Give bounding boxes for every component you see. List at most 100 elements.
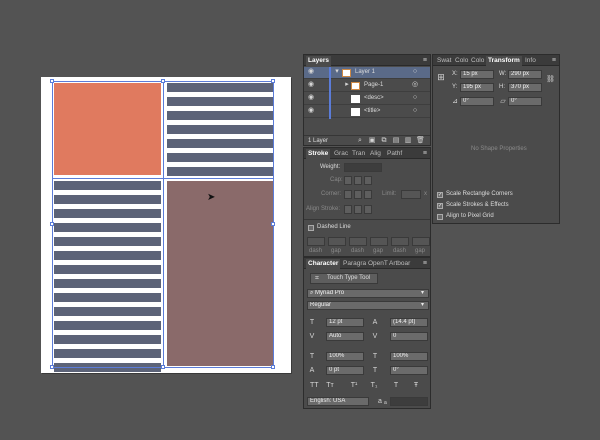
stripe[interactable] [54,181,161,190]
limit-field[interactable] [401,190,421,199]
gap-field-1[interactable] [328,237,346,246]
stripe[interactable] [54,307,161,316]
weight-field[interactable] [344,163,382,172]
shear-field[interactable]: 0° [508,97,542,106]
stripe[interactable] [167,167,274,176]
stripe[interactable] [54,251,161,260]
target-icon[interactable]: ○ [411,93,419,102]
subscript-icon[interactable]: T₁ [370,381,378,390]
layer-row[interactable]: ◉ <title> ○ [304,106,430,118]
tab-transform[interactable]: Transform [486,56,522,66]
handle-tl[interactable] [50,79,54,83]
reference-point-icon[interactable]: ⊞ [435,73,447,82]
horizontal-scale-field[interactable]: 100% [390,352,428,361]
touch-type-button[interactable]: ⌗ Touch Type Tool [310,273,378,284]
eye-icon[interactable]: ◉ [306,106,316,115]
artboard[interactable]: ➤ [41,77,291,373]
underline-icon[interactable]: T [392,381,400,390]
cap-butt-button[interactable] [344,176,352,185]
cap-round-button[interactable] [354,176,362,185]
eye-icon[interactable]: ◉ [306,80,316,89]
stripe[interactable] [54,279,161,288]
scale-strokes-checkbox[interactable]: ✓ [437,203,443,209]
tab-character[interactable]: Character [306,259,341,269]
tab-paragraph[interactable]: Paragra [341,259,368,269]
dash-field-3[interactable] [391,237,409,246]
x-field[interactable]: 15 px [460,70,494,79]
baseline-shift-field[interactable]: 0 pt [326,366,364,375]
panel-menu-icon[interactable]: ≡ [423,149,427,159]
target-icon[interactable]: ○ [411,67,419,76]
tab-align[interactable]: Alig [368,149,383,159]
tab-info[interactable]: Info [523,56,538,66]
tab-pathfinder[interactable]: Pathf [385,149,404,159]
stripe[interactable] [54,265,161,274]
panel-menu-icon[interactable]: ≡ [423,56,427,66]
stripe[interactable] [54,237,161,246]
tab-color[interactable]: Colo [453,56,470,66]
handle-bl[interactable] [50,365,54,369]
sublayer-icon[interactable]: ⧉ [380,136,388,145]
small-caps-icon[interactable]: Tᴛ [326,381,334,390]
new-layer-icon[interactable]: ▥ [404,136,412,145]
dash-field-1[interactable] [307,237,325,246]
char-rotation-field[interactable]: 0° [390,366,428,375]
gap-field-2[interactable] [370,237,388,246]
tab-transparency[interactable]: Tran [350,149,367,159]
stripe[interactable] [167,83,274,92]
link-icon[interactable]: ⛓ [546,75,555,84]
rotate-field[interactable]: 0° [460,97,494,106]
w-field[interactable]: 290 px [508,70,542,79]
y-field[interactable]: 195 px [460,83,494,92]
corner-round-button[interactable] [354,190,362,199]
align-center-button[interactable] [344,205,352,214]
handle-mr[interactable] [271,222,275,226]
stripe[interactable] [54,209,161,218]
language-select[interactable]: English: USA [307,397,369,406]
tracking-field[interactable]: 0 [390,332,428,341]
align-inside-button[interactable] [354,205,362,214]
handle-tr[interactable] [271,79,275,83]
stripe[interactable] [167,125,274,134]
trash-icon[interactable]: 🗑 [416,136,425,145]
tab-layers[interactable]: Layers [306,56,331,66]
strikethrough-icon[interactable]: Ŧ [412,381,420,390]
tab-color-guide[interactable]: Colo [469,56,486,66]
h-field[interactable]: 370 px [508,83,542,92]
leading-field[interactable]: (14.4 pt) [390,318,428,327]
disclosure-down-icon[interactable]: ▾ [334,67,340,76]
layer-row[interactable]: ◉ ▾ Layer 1 ○ [304,67,430,79]
align-outside-button[interactable] [364,205,372,214]
mauve-rectangle[interactable] [167,181,274,366]
stripe[interactable] [54,293,161,302]
stripe[interactable] [54,335,161,344]
disclosure-right-icon[interactable]: ▸ [344,80,350,89]
locate-icon[interactable]: ⌕ [356,136,364,145]
handle-br[interactable] [271,365,275,369]
stripe[interactable] [54,349,161,358]
cap-square-button[interactable] [364,176,372,185]
eye-icon[interactable]: ◉ [306,67,316,76]
target-icon[interactable]: ○ [411,106,419,115]
kerning-field[interactable]: Auto [326,332,364,341]
scale-corners-checkbox[interactable]: ✓ [437,192,443,198]
eye-icon[interactable]: ◉ [306,93,316,102]
font-family-select[interactable]: ⌕ Myriad Pro [307,289,429,298]
stripe[interactable] [167,97,274,106]
handle-ml[interactable] [50,222,54,226]
stripe[interactable] [167,153,274,162]
stripe[interactable] [54,195,161,204]
handle-tm[interactable] [161,79,165,83]
panel-menu-icon[interactable]: ≡ [552,56,556,66]
tab-gradient[interactable]: Grac [332,149,350,159]
orange-rectangle[interactable] [54,83,161,175]
new-layer-icon[interactable]: ▤ [392,136,400,145]
dashed-line-checkbox[interactable] [308,225,314,231]
gap-field-3[interactable] [412,237,430,246]
stripe[interactable] [167,139,274,148]
anti-alias-select[interactable] [390,397,428,406]
handle-bm[interactable] [161,365,165,369]
layer-row[interactable]: ◉ ▸ Page-1 ◎ [304,80,430,92]
layer-row[interactable]: ◉ <desc> ○ [304,93,430,105]
vertical-scale-field[interactable]: 100% [326,352,364,361]
